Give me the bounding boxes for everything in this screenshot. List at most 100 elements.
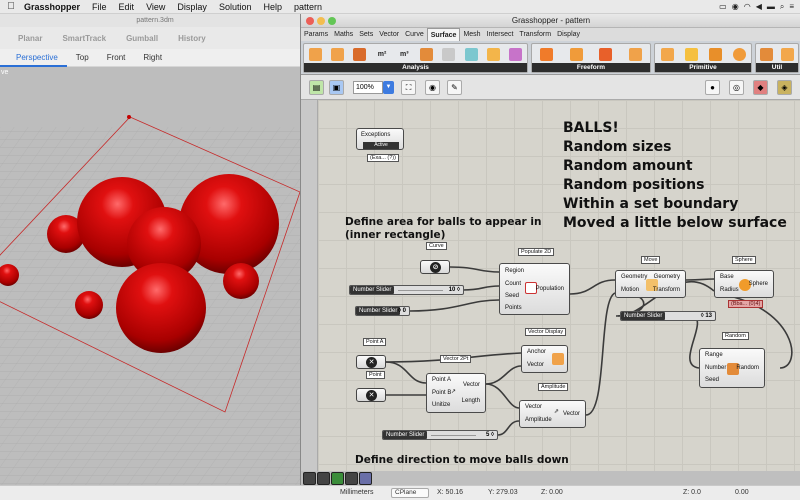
menu-edit[interactable]: Edit — [113, 2, 141, 12]
vector2pt-component[interactable]: Point A Point B Unitize ↗ Vector Length — [426, 373, 486, 413]
tab-display[interactable]: Display — [554, 28, 583, 41]
menu-file[interactable]: File — [86, 2, 113, 12]
extrude-icon[interactable] — [540, 48, 554, 61]
zoom-dropdown-icon[interactable]: ▼ — [383, 81, 394, 94]
number-slider-count[interactable]: Number Slider 10 ◊ — [349, 285, 464, 295]
evaluate-icon[interactable] — [330, 48, 344, 61]
screen-icon[interactable]: ▭ — [719, 2, 727, 11]
sweep-icon[interactable] — [599, 48, 613, 61]
bake-tool-icon[interactable] — [331, 472, 344, 485]
wireframe-icon[interactable]: ◎ — [729, 80, 744, 95]
tab-transform[interactable]: Transform — [516, 28, 554, 41]
search-icon[interactable]: ⌕ — [780, 2, 784, 12]
zoom-field[interactable]: 100% — [353, 81, 383, 94]
dimension-icon[interactable] — [464, 48, 478, 61]
close-button[interactable] — [306, 17, 314, 25]
random-component[interactable]: Range Number Seed Random — [699, 348, 765, 388]
tab-right[interactable]: Right — [134, 49, 171, 67]
sketch-icon[interactable]: ✎ — [447, 80, 462, 95]
revolve-icon[interactable] — [628, 48, 642, 61]
cone-icon[interactable] — [684, 48, 698, 61]
volume-icon[interactable]: m³ — [398, 48, 411, 61]
edges-icon[interactable] — [487, 48, 501, 61]
zoom-extents-icon[interactable]: ⛶ — [401, 80, 416, 95]
wifi-icon[interactable]: ◠ — [744, 2, 751, 11]
menu-view[interactable]: View — [140, 2, 171, 12]
record-icon[interactable]: ◉ — [732, 2, 739, 11]
number-slider-amplitude[interactable]: Number Slider 5 ◊ — [382, 430, 498, 440]
tab-vector[interactable]: Vector — [376, 28, 402, 41]
volume-icon[interactable]: ◀ — [756, 2, 762, 11]
cube-icon[interactable] — [660, 48, 674, 61]
perspective-viewport[interactable]: ve — [0, 67, 300, 485]
ribbon-group-analysis: m² m³ Analysis — [303, 43, 528, 73]
move-component[interactable]: Geometry Motion Geometry Transform — [615, 270, 686, 298]
tab-perspective[interactable]: Perspective — [0, 49, 67, 67]
tab-intersect[interactable]: Intersect — [484, 28, 517, 41]
tab-mesh[interactable]: Mesh — [460, 28, 483, 41]
preview-eye-icon[interactable]: ◉ — [425, 80, 440, 95]
x-coordinate: X: 50.16 — [437, 489, 464, 496]
tab-curve[interactable]: Curve — [402, 28, 427, 41]
loft-icon[interactable] — [569, 48, 583, 61]
tab-surface[interactable]: Surface — [426, 28, 461, 41]
deconstruct-icon[interactable] — [353, 48, 367, 61]
apple-icon[interactable]:  — [4, 1, 18, 12]
toolbar-history[interactable]: History — [168, 34, 216, 43]
exceptions-tag: (Exa... (?)) — [367, 154, 399, 162]
battery-icon[interactable]: ▬ — [767, 2, 775, 11]
tab-params[interactable]: Params — [301, 28, 331, 41]
curve-param[interactable]: ⊘ — [420, 260, 450, 274]
save-icon[interactable]: ▣ — [329, 80, 344, 95]
area-icon[interactable]: m² — [376, 48, 389, 61]
menu-list-icon[interactable]: ≡ — [789, 2, 794, 11]
closest-icon[interactable] — [442, 48, 456, 61]
tab-maths[interactable]: Maths — [331, 28, 356, 41]
amplitude-component[interactable]: Vector Amplitude ⇗ Vector — [519, 400, 586, 428]
tab-top[interactable]: Top — [67, 49, 98, 67]
cylinder-icon[interactable] — [708, 48, 722, 61]
sketch-tool-icon[interactable] — [303, 472, 316, 485]
toolbar-smarttrack[interactable]: SmartTrack — [52, 34, 116, 43]
point-b-param[interactable]: ✕ — [356, 388, 386, 402]
populate-component[interactable]: Region Count Seed Points Population — [499, 263, 570, 315]
sphere-component[interactable]: Base Radius Sphere — [714, 270, 774, 298]
tab-front[interactable]: Front — [98, 49, 135, 67]
toolbar-gumball[interactable]: Gumball — [116, 34, 168, 43]
widget-tool-icon[interactable] — [359, 472, 372, 485]
number-slider-radius[interactable]: Number Slider ◊ 13 — [620, 311, 716, 321]
vector-display-component[interactable]: Anchor Vector — [521, 345, 568, 373]
profiler-tool-icon[interactable] — [345, 472, 358, 485]
output-geometry: Geometry — [653, 274, 680, 280]
number-slider-seed[interactable]: Number Slider ◊ 0 — [355, 306, 410, 316]
minimize-button[interactable] — [317, 17, 325, 25]
util-icon[interactable] — [760, 48, 773, 61]
menu-app-name[interactable]: Grasshopper — [18, 2, 86, 12]
open-icon[interactable]: ▤ — [309, 80, 324, 95]
toolbar-planar[interactable]: Planar — [0, 34, 52, 43]
sphere-icon[interactable] — [732, 48, 746, 61]
preview-off-icon[interactable]: ● — [705, 80, 720, 95]
vector2pt-label: Vector 2Pt — [440, 355, 472, 363]
menu-pattern[interactable]: pattern — [288, 2, 328, 12]
cplane-selector[interactable]: CPlane — [391, 488, 429, 498]
selected-preview-icon[interactable]: ◈ — [777, 80, 792, 95]
brep-icon[interactable] — [420, 48, 434, 61]
zoom-button[interactable] — [328, 17, 336, 25]
slider-track[interactable] — [398, 290, 443, 291]
exceptions-label: Exceptions — [361, 132, 391, 138]
slider-track[interactable] — [431, 435, 476, 436]
shaded-preview-icon[interactable]: ◆ — [753, 80, 768, 95]
menu-help[interactable]: Help — [257, 2, 288, 12]
tab-sets[interactable]: Sets — [356, 28, 376, 41]
menu-solution[interactable]: Solution — [213, 2, 258, 12]
exceptions-component[interactable]: Exceptions Active — [356, 128, 404, 150]
divide-icon[interactable] — [781, 48, 794, 61]
gh-canvas[interactable]: BALLS! Random sizes Random amount Random… — [318, 100, 800, 471]
menu-display[interactable]: Display — [171, 2, 213, 12]
slider-label: Number Slider — [350, 286, 395, 294]
group-tool-icon[interactable] — [317, 472, 330, 485]
topology-icon[interactable] — [509, 48, 523, 61]
box-icon[interactable] — [308, 48, 322, 61]
point-a-param[interactable]: ✕ — [356, 355, 386, 369]
